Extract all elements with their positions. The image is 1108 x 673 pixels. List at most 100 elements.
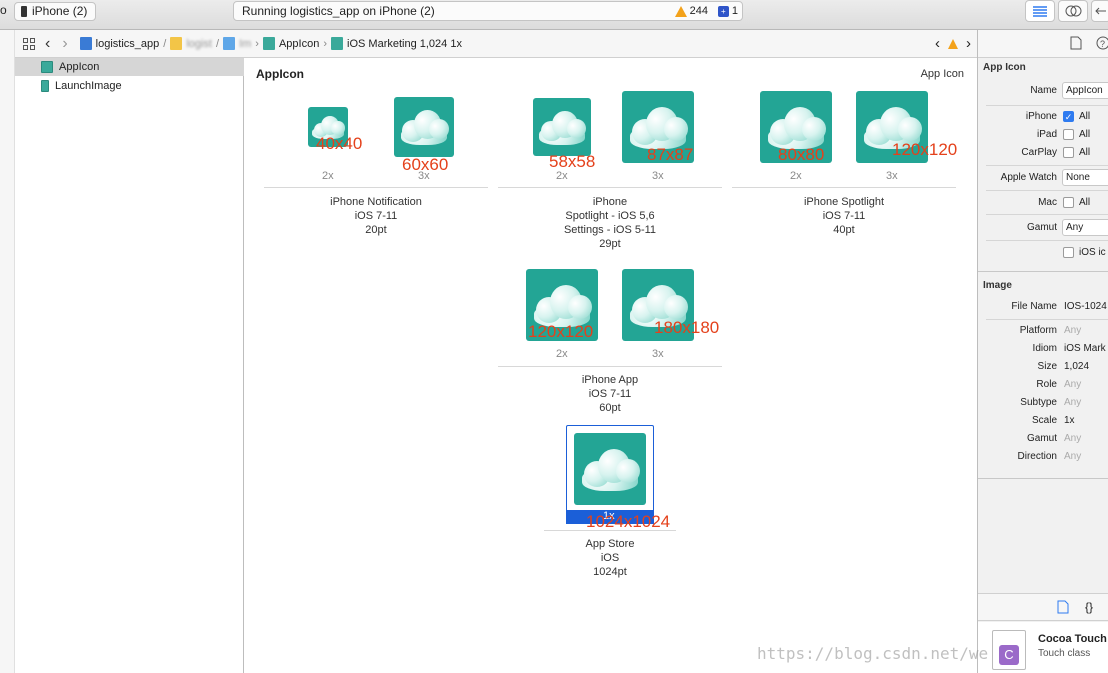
slot-scale-label: 3x [652, 348, 664, 360]
slot-scale-label: 2x [556, 348, 568, 360]
icon-slot[interactable] [574, 433, 646, 505]
crumb-assets[interactable]: Im [223, 37, 251, 50]
cloud-art [664, 117, 688, 141]
ipad-all-checkbox[interactable] [1063, 129, 1074, 140]
carplay-label: CarPlay [1021, 147, 1057, 158]
code-snippet-icon[interactable]: {} [1085, 600, 1093, 614]
issues-indicator[interactable]: + 1 [717, 2, 738, 20]
ipad-label: iPad [1036, 129, 1057, 140]
status-text: Running logistics_app on iPhone (2) [242, 4, 435, 18]
property-label: Direction [1017, 451, 1057, 462]
venn-icon [1065, 5, 1082, 17]
asset-title: AppIcon [256, 67, 304, 81]
watermark: https://blog.csdn.net/we [757, 644, 989, 663]
warning-icon[interactable] [948, 38, 958, 49]
property-label: Idiom [1032, 343, 1057, 354]
iphone-icon [21, 6, 27, 17]
slot-size-label: 1024x1024 [586, 512, 671, 531]
slot-size-label: 120x120 [528, 322, 594, 341]
inspector-tabs: ? [978, 30, 1108, 58]
name-field[interactable]: AppIcon [1062, 82, 1108, 99]
library-tabs: {} [978, 593, 1108, 621]
library-item-cocoa-touch[interactable]: C Cocoa Touch Touch class [978, 622, 1108, 673]
ios-icon-checkbox[interactable] [1063, 247, 1074, 258]
group-caption-spotlight: iPhone Spotlight iOS 7-11 40pt [803, 196, 885, 236]
ios-icon-label: iOS ic [1079, 247, 1106, 258]
crumb-group[interactable]: logist [170, 37, 212, 50]
slot-size-label: 120x120 [892, 140, 958, 159]
previous-issue-icon[interactable]: ‹ [935, 35, 940, 52]
library-item-subtitle: Touch class [1038, 648, 1091, 659]
divider [986, 319, 1108, 320]
warnings-indicator[interactable]: 244 [674, 2, 708, 20]
divider [986, 190, 1108, 191]
issue-icon: + [717, 5, 729, 17]
related-items-icon[interactable] [23, 37, 35, 50]
group-caption-appstore: App Store iOS 1024pt [585, 538, 635, 578]
group-divider [498, 366, 722, 367]
outline-item-launchimage[interactable]: LaunchImage [15, 77, 244, 95]
slot-size-label: 80x80 [778, 145, 825, 164]
forward-arrow-icon[interactable]: › [62, 35, 67, 52]
mac-label: Mac [1038, 197, 1057, 208]
property-value: Any [1064, 325, 1082, 336]
file-inspector-icon[interactable] [1070, 36, 1082, 50]
property-value: Any [1064, 397, 1082, 408]
crumb-project[interactable]: logistics_app [79, 37, 159, 50]
cloud-art [664, 295, 688, 319]
assistant-editor-button[interactable] [1058, 0, 1088, 22]
apple-watch-popup[interactable]: None [1062, 169, 1108, 186]
standard-editor-button[interactable] [1025, 0, 1055, 22]
section-divider [978, 271, 1108, 272]
outline-item-label: AppIcon [59, 61, 100, 73]
crumb-appicon[interactable]: AppIcon [262, 37, 319, 50]
section-app-icon: App Icon [983, 62, 1026, 73]
property-label: Role [1036, 379, 1057, 390]
cloud-art [429, 118, 449, 139]
mac-all-checkbox[interactable] [1063, 197, 1074, 208]
group-caption-settings: iPhone Spotlight - iOS 5,6 Settings - iO… [563, 196, 657, 250]
divider [986, 105, 1108, 106]
device-selector[interactable]: iPhone (2) [14, 2, 96, 21]
cloud-art [568, 295, 592, 319]
cloud-art [802, 117, 826, 141]
next-issue-icon[interactable]: › [966, 35, 971, 52]
device-label: iPhone (2) [32, 4, 88, 18]
section-divider [978, 478, 1108, 479]
outline-item-appicon[interactable]: AppIcon [15, 58, 244, 76]
property-value: Any [1064, 433, 1082, 444]
icon-slot[interactable] [533, 98, 591, 156]
slot-size-label: 87x87 [647, 145, 694, 164]
navigator-gutter [0, 30, 15, 673]
group-divider [732, 187, 956, 188]
property-label: Platform [1019, 325, 1057, 336]
help-icon[interactable]: ? [1096, 36, 1108, 50]
slot-size-label: 58x58 [549, 152, 596, 171]
gamut-popup[interactable]: Any [1062, 219, 1108, 236]
divider [986, 214, 1108, 215]
carplay-all-checkbox[interactable] [1063, 147, 1074, 158]
back-arrow-icon[interactable]: ‹ [45, 35, 50, 52]
file-template-icon[interactable] [1057, 600, 1069, 614]
group-divider [264, 187, 488, 188]
mac-all-label: All [1079, 197, 1091, 208]
property-label: Subtype [1020, 397, 1057, 408]
section-image: Image [983, 280, 1012, 291]
svg-text:?: ? [1100, 39, 1105, 49]
icon-slot[interactable] [394, 97, 454, 157]
slot-scale-label: 2x [322, 170, 334, 182]
slot-size-label: 180x180 [654, 318, 720, 337]
asset-catalog-outline: AppIcon LaunchImage [15, 58, 244, 673]
property-value: Any [1064, 451, 1082, 462]
warning-icon [674, 5, 687, 17]
iphone-all-checkbox[interactable]: ✓ [1063, 111, 1074, 122]
warning-count: 244 [689, 5, 708, 17]
slot-scale-label: 3x [652, 170, 664, 182]
version-editor-button[interactable] [1091, 0, 1108, 22]
crumb-slot[interactable]: iOS Marketing 1,024 1x [331, 37, 462, 50]
property-label: Gamut [1026, 433, 1057, 444]
scheme-selector[interactable]: o [0, 2, 10, 21]
group-caption-app: iPhone App iOS 7-11 60pt [581, 374, 639, 414]
folder-icon [170, 37, 183, 50]
divider [986, 165, 1108, 166]
